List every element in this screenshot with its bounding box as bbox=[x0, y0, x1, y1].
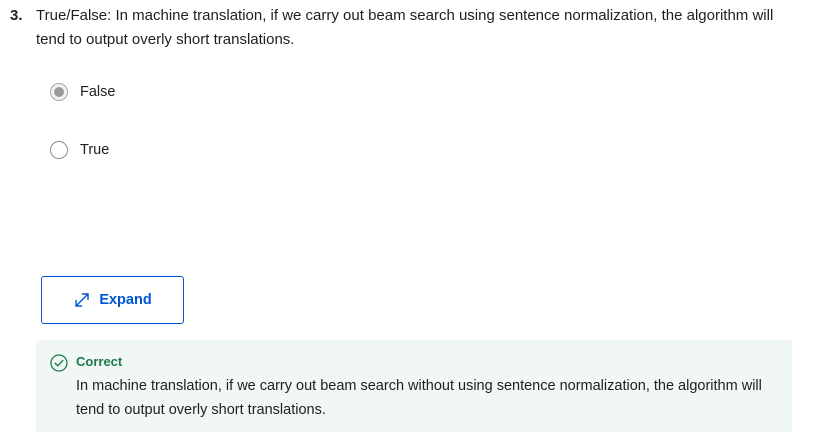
feedback-status: Correct bbox=[76, 354, 123, 369]
option-label: False bbox=[80, 84, 116, 100]
option-false[interactable]: False bbox=[50, 80, 350, 104]
expand-arrows-icon bbox=[73, 291, 91, 309]
feedback-panel: Correct In machine translation, if we ca… bbox=[36, 340, 792, 432]
radio-selected-icon[interactable] bbox=[50, 83, 68, 101]
expand-button-label: Expand bbox=[99, 292, 152, 308]
expand-button[interactable]: Expand bbox=[41, 276, 184, 324]
option-label: True bbox=[80, 142, 110, 158]
question: 3. True/False: In machine translation, i… bbox=[10, 4, 800, 52]
option-true[interactable]: True bbox=[50, 138, 350, 162]
answer-options: False True bbox=[50, 80, 350, 196]
feedback-explanation: In machine translation, if we carry out … bbox=[76, 378, 762, 418]
question-text: True/False: In machine translation, if w… bbox=[36, 7, 774, 48]
radio-unselected-icon[interactable] bbox=[50, 141, 68, 159]
feedback-body: Correct In machine translation, if we ca… bbox=[76, 352, 776, 432]
question-number: 3. bbox=[10, 7, 23, 24]
check-circle-icon bbox=[50, 354, 68, 372]
